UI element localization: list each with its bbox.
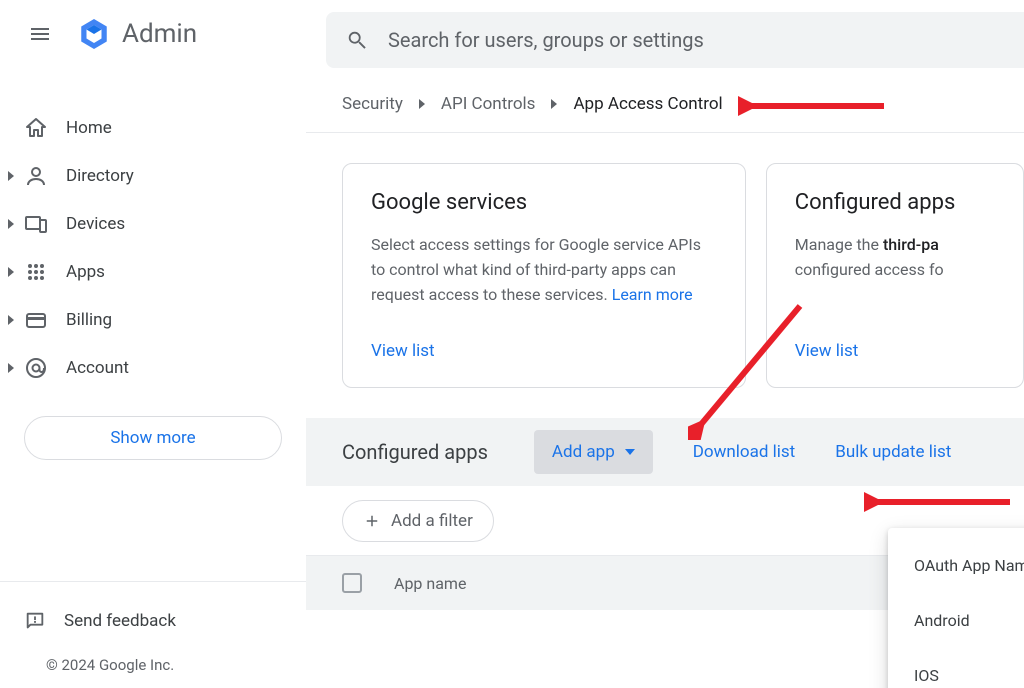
sidebar-item-apps[interactable]: Apps xyxy=(8,248,298,296)
main-content: Security API Controls App Access Control… xyxy=(306,68,1024,688)
download-list-link[interactable]: Download list xyxy=(693,442,796,462)
billing-icon xyxy=(24,308,48,332)
menu-item-android[interactable]: Android xyxy=(888,593,1024,648)
plus-icon xyxy=(363,512,381,530)
add-app-dropdown: OAuth App Name Or Client ID Android IOS xyxy=(888,528,1024,688)
show-more-label: Show more xyxy=(110,428,195,448)
breadcrumb-current: App Access Control xyxy=(573,94,722,114)
sidebar-item-billing[interactable]: Billing xyxy=(8,296,298,344)
caret-down-icon xyxy=(625,449,635,455)
breadcrumb-api-controls[interactable]: API Controls xyxy=(441,94,536,114)
configured-apps-title: Configured apps xyxy=(342,440,488,464)
learn-more-link[interactable]: Learn more xyxy=(612,285,693,304)
sidebar-item-home[interactable]: Home xyxy=(8,104,298,152)
bulk-update-list-link[interactable]: Bulk update list xyxy=(835,442,951,462)
chevron-right-icon xyxy=(6,262,16,282)
breadcrumb: Security API Controls App Access Control xyxy=(306,68,1024,133)
menu-item-oauth[interactable]: OAuth App Name Or Client ID xyxy=(888,538,1024,593)
chevron-right-icon xyxy=(549,94,559,114)
view-list-link[interactable]: View list xyxy=(795,307,995,361)
search-bar[interactable] xyxy=(326,12,1024,68)
add-filter-label: Add a filter xyxy=(391,511,473,531)
view-list-link[interactable]: View list xyxy=(371,307,717,361)
chevron-right-icon xyxy=(6,214,16,234)
send-feedback-button[interactable]: Send feedback xyxy=(24,610,282,632)
menu-icon xyxy=(28,22,52,46)
home-icon xyxy=(24,116,48,140)
sidebar-item-label: Directory xyxy=(66,166,134,186)
devices-icon xyxy=(24,212,48,236)
apps-icon xyxy=(24,260,48,284)
show-more-button[interactable]: Show more xyxy=(24,416,282,460)
sidebar-item-label: Apps xyxy=(66,262,105,282)
sidebar-item-label: Account xyxy=(66,358,129,378)
hamburger-menu-button[interactable] xyxy=(16,10,64,58)
feedback-label: Send feedback xyxy=(64,611,176,631)
add-app-label: Add app xyxy=(552,442,615,462)
top-header: Admin xyxy=(0,0,1024,68)
feedback-icon xyxy=(24,610,46,632)
sidebar-item-label: Billing xyxy=(66,310,112,330)
breadcrumb-security[interactable]: Security xyxy=(342,94,403,114)
configured-apps-toolbar: Configured apps Add app Download list Bu… xyxy=(306,418,1024,486)
sidebar-item-account[interactable]: Account xyxy=(8,344,298,392)
card-title: Google services xyxy=(371,190,717,215)
add-filter-button[interactable]: Add a filter xyxy=(342,500,494,542)
sidebar: Home Directory Devices Apps Billing xyxy=(0,68,306,688)
admin-logo-icon xyxy=(76,16,112,52)
copyright: © 2024 Google Inc. xyxy=(24,632,282,674)
card-desc: Select access settings for Google servic… xyxy=(371,233,717,307)
sidebar-item-devices[interactable]: Devices xyxy=(8,200,298,248)
chevron-right-icon xyxy=(6,358,16,378)
at-icon xyxy=(24,356,48,380)
card-desc: Manage the third-pa configured access fo xyxy=(795,233,995,283)
column-header-app-name[interactable]: App name xyxy=(394,574,466,593)
sidebar-item-label: Home xyxy=(66,118,112,138)
search-icon xyxy=(346,29,368,51)
select-all-checkbox[interactable] xyxy=(342,573,362,593)
card-configured-apps: Configured apps Manage the third-pa conf… xyxy=(766,163,1024,388)
app-title: Admin xyxy=(122,19,197,49)
chevron-right-icon xyxy=(6,310,16,330)
cards-row: Google services Select access settings f… xyxy=(306,133,1024,418)
sidebar-item-directory[interactable]: Directory xyxy=(8,152,298,200)
card-google-services: Google services Select access settings f… xyxy=(342,163,746,388)
card-title: Configured apps xyxy=(795,190,995,215)
menu-item-ios[interactable]: IOS xyxy=(888,648,1024,688)
add-app-button[interactable]: Add app xyxy=(534,430,653,474)
person-icon xyxy=(24,164,48,188)
chevron-right-icon xyxy=(417,94,427,114)
search-input[interactable] xyxy=(388,28,1004,52)
brand[interactable]: Admin xyxy=(76,16,197,52)
chevron-right-icon xyxy=(6,166,16,186)
nav-list: Home Directory Devices Apps Billing xyxy=(0,104,306,392)
sidebar-item-label: Devices xyxy=(66,214,125,234)
